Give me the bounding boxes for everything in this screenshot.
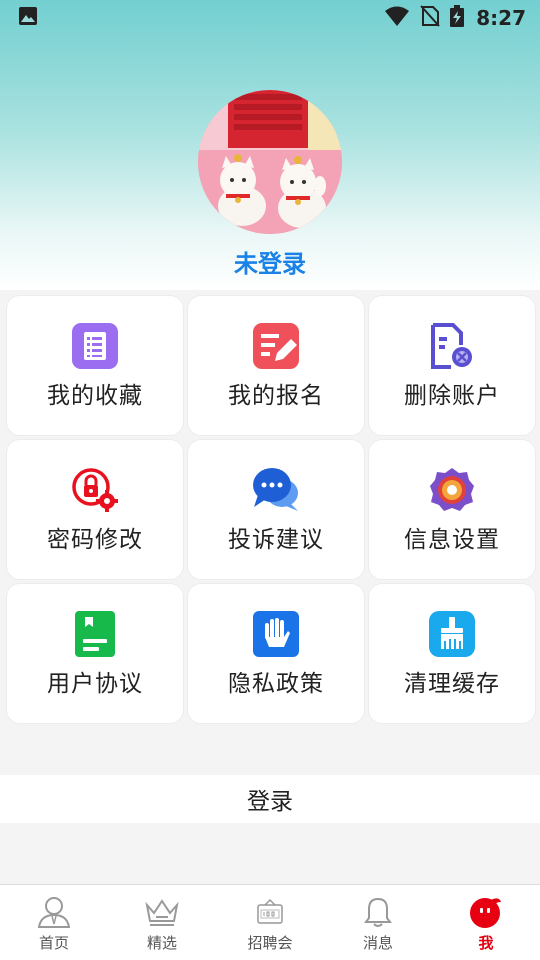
signup-edit-icon [252,322,300,370]
me-face-icon [468,895,504,929]
agreement-book-icon [71,610,119,658]
clean-brush-icon [428,610,476,658]
menu-grid: 我的收藏 我的报名 删除账户 密码修改 投诉建议 信息设置 用户协议 隐私政策 … [6,295,540,724]
menu-item-info-settings[interactable]: 信息设置 [368,439,536,580]
bottom-tab-bar: 首页 精选 招聘会 消息 我 [0,884,540,960]
status-bar: 8:27 [0,0,540,36]
menu-item-label: 删除账户 [404,383,500,409]
status-time: 8:27 [476,6,526,30]
tab-home[interactable]: 首页 [0,885,108,960]
chat-bubbles-icon [252,466,300,514]
login-status-name[interactable]: 未登录 [0,244,540,279]
tab-label: 首页 [38,934,69,952]
image-icon [18,6,38,30]
delete-account-icon [428,322,476,370]
crown-icon [144,895,180,929]
menu-item-label: 我的收藏 [47,383,143,409]
tab-label: 招聘会 [247,934,293,952]
menu-item-label: 隐私政策 [228,671,324,697]
menu-item-signups[interactable]: 我的报名 [187,295,365,436]
tab-featured[interactable]: 精选 [108,885,216,960]
menu-item-change-password[interactable]: 密码修改 [6,439,184,580]
menu-item-favorites[interactable]: 我的收藏 [6,295,184,436]
bell-icon [360,895,396,929]
no-sim-icon [420,5,440,31]
tab-label: 精选 [146,934,177,952]
battery-charging-icon [450,5,465,31]
tab-me[interactable]: 我 [432,885,540,960]
settings-gear-icon [428,466,476,514]
menu-item-user-agreement[interactable]: 用户协议 [6,583,184,724]
menu-item-label: 信息设置 [404,527,500,553]
menu-item-feedback[interactable]: 投诉建议 [187,439,365,580]
tab-job-fair[interactable]: 招聘会 [216,885,324,960]
favorites-list-icon [71,322,119,370]
menu-item-label: 用户协议 [47,671,143,697]
menu-item-label: 我的报名 [228,383,324,409]
lock-gear-icon [71,466,119,514]
wifi-icon [384,5,410,31]
privacy-hand-icon [252,610,300,658]
menu-item-label: 投诉建议 [228,527,324,553]
tab-label: 消息 [362,934,393,952]
profile-header: 8:27 未登录 [0,0,540,290]
tab-messages[interactable]: 消息 [324,885,432,960]
person-icon [36,895,72,929]
menu-item-label: 密码修改 [47,527,143,553]
menu-item-delete-account[interactable]: 删除账户 [368,295,536,436]
menu-item-label: 清理缓存 [404,671,500,697]
menu-item-clear-cache[interactable]: 清理缓存 [368,583,536,724]
menu-item-privacy-policy[interactable]: 隐私政策 [187,583,365,724]
tab-label: 我 [478,934,494,952]
login-button[interactable]: 登录 [0,775,540,823]
job-board-icon [252,895,288,929]
avatar[interactable] [198,90,342,234]
